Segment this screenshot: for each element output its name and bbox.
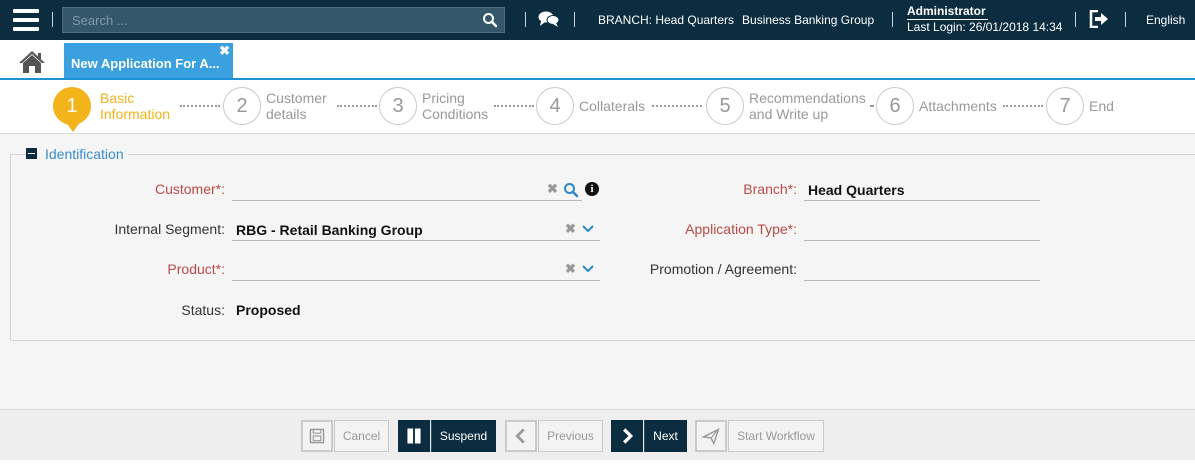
separator xyxy=(525,12,526,27)
step-3-label[interactable]: Pricing Conditions xyxy=(422,90,488,122)
internal-segment-value: RBG - Retail Banking Group xyxy=(236,222,423,238)
internal-segment-select[interactable]: RBG - Retail Banking Group ✖ xyxy=(232,219,600,241)
start-workflow-label: Start Workflow xyxy=(728,420,824,452)
step-5-line1: Recommendations xyxy=(749,90,866,106)
step-connector xyxy=(870,105,874,107)
step-5-line2: and Write up xyxy=(749,106,829,122)
step-2-line1: Customer xyxy=(266,90,327,106)
step-7-label[interactable]: End xyxy=(1089,98,1114,114)
close-icon[interactable]: ✖ xyxy=(219,44,230,58)
step-2-label[interactable]: Customer details xyxy=(266,90,327,122)
internal-segment-label: Internal Segment: xyxy=(114,221,225,237)
menu-icon[interactable] xyxy=(13,9,39,31)
customer-field[interactable]: ✖ xyxy=(232,179,582,201)
pause-icon xyxy=(398,420,430,452)
previous-label: Previous xyxy=(538,420,603,452)
step-connector xyxy=(180,105,220,107)
step-connector xyxy=(1003,105,1043,107)
chat-icon[interactable] xyxy=(538,10,560,28)
separator xyxy=(892,12,893,27)
logout-icon[interactable] xyxy=(1089,10,1109,28)
tab-new-application[interactable]: New Application For A... ✖ xyxy=(64,43,233,78)
save-icon xyxy=(301,420,333,452)
branch-label: Branch*: xyxy=(743,181,797,197)
step-6-circle[interactable]: 6 xyxy=(876,87,914,125)
clear-icon[interactable]: ✖ xyxy=(547,182,558,196)
step-3-circle[interactable]: 3 xyxy=(379,87,417,125)
language-selector[interactable]: English xyxy=(1146,13,1185,27)
step-connector xyxy=(337,105,377,107)
separator xyxy=(52,12,53,27)
product-label: Product*: xyxy=(167,261,225,277)
step-7-circle[interactable]: 7 xyxy=(1046,87,1084,125)
separator xyxy=(1125,12,1126,27)
clear-icon[interactable]: ✖ xyxy=(565,222,576,236)
step-6-label[interactable]: Attachments xyxy=(919,98,997,114)
group-label: Business Banking Group xyxy=(742,13,875,27)
step-connector xyxy=(494,105,534,107)
user-name[interactable]: Administrator xyxy=(907,4,988,20)
suspend-label: Suspend xyxy=(431,420,496,452)
step-4-circle[interactable]: 4 xyxy=(536,87,574,125)
application-type-field[interactable] xyxy=(804,219,1040,241)
user-info: Administrator Last Login: 26/01/2018 14:… xyxy=(907,4,1062,35)
branch-value: Head Quarters xyxy=(808,182,905,198)
step-2-circle[interactable]: 2 xyxy=(223,87,261,125)
search-input[interactable] xyxy=(63,8,473,32)
chevron-down-icon[interactable] xyxy=(582,265,594,273)
clear-icon[interactable]: ✖ xyxy=(565,262,576,276)
chevron-down-icon[interactable] xyxy=(582,225,594,233)
application-type-label: Application Type*: xyxy=(685,221,797,237)
status-value: Proposed xyxy=(236,302,301,318)
step-4-label[interactable]: Collaterals xyxy=(579,98,645,114)
step-5-circle[interactable]: 5 xyxy=(706,87,744,125)
chevron-left-icon xyxy=(505,420,537,452)
step-2-line2: details xyxy=(266,106,307,122)
last-login: Last Login: 26/01/2018 14:34 xyxy=(907,20,1063,34)
customer-label: Customer*: xyxy=(154,181,225,197)
chevron-right-icon xyxy=(611,420,643,452)
home-icon[interactable] xyxy=(18,50,46,74)
product-select[interactable]: ✖ xyxy=(232,259,600,281)
search-icon[interactable] xyxy=(563,182,579,198)
step-3-line1: Pricing xyxy=(422,90,465,106)
search-icon[interactable] xyxy=(482,12,498,28)
step-3-line2: Conditions xyxy=(422,106,489,122)
step-connector xyxy=(652,105,702,107)
active-step-pointer xyxy=(63,118,83,132)
promotion-field[interactable] xyxy=(804,259,1040,281)
branch-info: BRANCH: Head Quarters Business Banking Gr… xyxy=(598,13,874,27)
step-1-label[interactable]: Basic Information xyxy=(100,90,170,122)
separator xyxy=(1075,12,1076,27)
section-title: Identification xyxy=(45,146,124,162)
collapse-icon[interactable] xyxy=(26,148,37,159)
step-1-line1: Basic xyxy=(100,90,135,106)
step-1-line2: Information xyxy=(100,106,171,122)
send-icon xyxy=(695,420,727,452)
footer-toolbar: Cancel Suspend Previous Next Start Workf… xyxy=(0,409,1195,460)
tab-label: New Application For A... xyxy=(71,56,220,71)
cancel-label: Cancel xyxy=(334,420,389,452)
branch-label: BRANCH: Head Quarters xyxy=(598,13,735,27)
status-label: Status: xyxy=(181,302,225,318)
branch-field[interactable]: Head Quarters xyxy=(804,179,1040,201)
info-icon[interactable]: i xyxy=(585,182,599,196)
tabs-bar: New Application For A... ✖ xyxy=(0,40,1195,80)
top-navbar: BRANCH: Head Quarters Business Banking Gr… xyxy=(0,0,1195,40)
bottom-strip xyxy=(0,460,1195,466)
promotion-label: Promotion / Agreement: xyxy=(649,261,797,277)
separator xyxy=(574,12,575,27)
global-search xyxy=(62,7,505,33)
next-label: Next xyxy=(644,420,687,452)
identification-legend: Identification xyxy=(26,146,128,162)
step-5-label[interactable]: Recommendations and Write up xyxy=(749,90,866,122)
